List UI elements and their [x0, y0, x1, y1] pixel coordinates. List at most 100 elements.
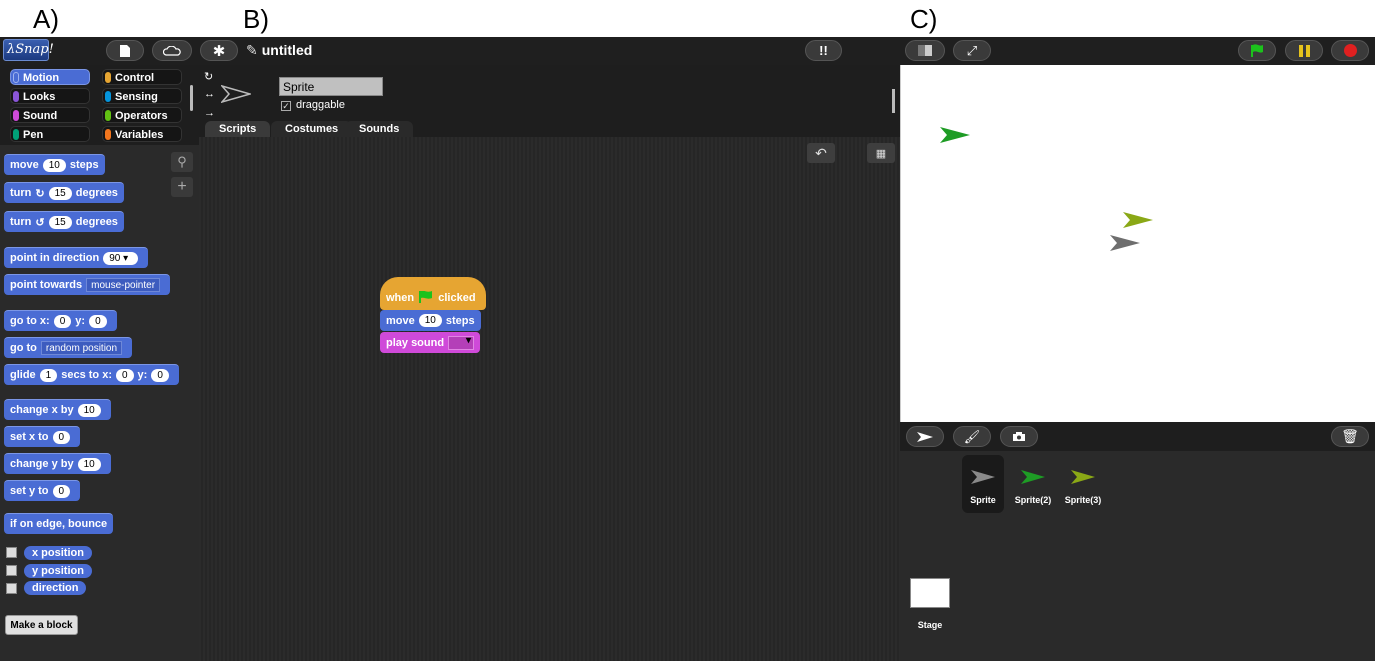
- rotate-ccw-icon: ↺: [35, 216, 45, 229]
- sprite-on-stage[interactable]: [1109, 234, 1141, 252]
- rotation-none-icon[interactable]: →: [204, 107, 215, 119]
- steps-input[interactable]: 10: [42, 158, 66, 172]
- make-a-block-button[interactable]: Make a block: [5, 615, 78, 635]
- direction-input[interactable]: 90 ▾: [103, 251, 139, 265]
- snap-logo[interactable]: λSnap!: [3, 39, 54, 61]
- x-input[interactable]: 0: [53, 314, 72, 328]
- stop-button[interactable]: [1331, 40, 1369, 61]
- go-to-xy-block[interactable]: go to x: 0 y: 0: [4, 310, 117, 331]
- camera-sprite-button[interactable]: [1000, 426, 1038, 447]
- presentation-mode-button[interactable]: ⤢: [953, 40, 991, 61]
- block-text: degrees: [75, 187, 118, 199]
- search-blocks-button[interactable]: ⚲: [171, 152, 193, 172]
- sound-dropdown[interactable]: [448, 335, 475, 350]
- change-x-block[interactable]: change x by 10: [4, 399, 111, 420]
- move-block[interactable]: move 10 steps: [4, 154, 105, 175]
- when-flag-clicked-block[interactable]: when clicked: [380, 277, 486, 310]
- tab-scripts[interactable]: Scripts: [205, 121, 271, 137]
- file-menu-button[interactable]: [106, 40, 144, 61]
- bounce-block[interactable]: if on edge, bounce: [4, 513, 114, 534]
- turn-cw-block[interactable]: turn ↻ 15 degrees: [4, 182, 124, 203]
- category-scrollbar[interactable]: [190, 85, 193, 111]
- set-x-block[interactable]: set x to 0: [4, 426, 81, 447]
- point-in-direction-block[interactable]: point in direction 90 ▾: [4, 247, 149, 268]
- degrees-input[interactable]: 15: [48, 186, 72, 200]
- category-sensing[interactable]: Sensing: [102, 88, 182, 104]
- value-input[interactable]: 0: [52, 430, 71, 444]
- stage-size-button[interactable]: [905, 40, 945, 61]
- block-text: set x to: [10, 431, 49, 443]
- x-input[interactable]: 0: [115, 368, 134, 382]
- block-palette: Motion Control Looks Sensing Sound Opera…: [0, 65, 199, 661]
- project-title: ✎ untitled: [246, 42, 312, 59]
- x-position-checkbox[interactable]: [6, 547, 17, 558]
- value-input[interactable]: 10: [77, 457, 101, 471]
- turn-ccw-block[interactable]: turn ↺ 15 degrees: [4, 211, 124, 232]
- category-selector: Motion Control Looks Sensing Sound Opera…: [0, 65, 199, 145]
- variables-color-icon: [105, 129, 111, 140]
- add-block-button[interactable]: +: [171, 177, 193, 197]
- direction-checkbox[interactable]: [6, 583, 17, 594]
- rotation-flip-icon[interactable]: ↔: [204, 88, 215, 100]
- rotation-can-rotate-icon[interactable]: ↻: [204, 70, 213, 83]
- corral-sprite2[interactable]: Sprite(2): [1012, 455, 1054, 505]
- goto-dropdown[interactable]: random position: [40, 341, 123, 355]
- pause-button[interactable]: [1285, 40, 1323, 61]
- draggable-checkbox[interactable]: ✓: [281, 101, 291, 111]
- block-text: point towards: [10, 279, 83, 291]
- project-title-text: untitled: [261, 42, 313, 58]
- script-move-block[interactable]: move 10 steps: [380, 310, 481, 331]
- towards-dropdown[interactable]: mouse-pointer: [86, 278, 161, 292]
- stage[interactable]: [900, 65, 1375, 422]
- set-y-block[interactable]: set y to 0: [4, 480, 81, 501]
- go-to-block[interactable]: go to random position: [4, 337, 133, 358]
- corral-sprite3[interactable]: Sprite(3): [1062, 455, 1104, 505]
- x-position-reporter[interactable]: x position: [24, 546, 92, 560]
- y-position-checkbox[interactable]: [6, 565, 17, 576]
- category-operators[interactable]: Operators: [102, 107, 182, 123]
- normal-stage-icon: [918, 45, 932, 56]
- category-label: Looks: [23, 91, 56, 103]
- add-turtle-sprite-button[interactable]: [906, 426, 944, 447]
- direction-reporter[interactable]: direction: [24, 581, 87, 595]
- settings-button[interactable]: ✱: [200, 40, 238, 61]
- value-input[interactable]: 10: [77, 403, 101, 417]
- category-pen[interactable]: Pen: [10, 126, 90, 142]
- glide-block[interactable]: glide 1 secs to x: 0 y: 0: [4, 364, 179, 385]
- tab-costumes[interactable]: Costumes: [271, 121, 353, 137]
- category-looks[interactable]: Looks: [10, 88, 90, 104]
- delete-sprite-button[interactable]: 🗑: [1331, 426, 1369, 447]
- category-motion[interactable]: Motion: [10, 69, 90, 85]
- motion-color-icon: [13, 72, 19, 83]
- point-towards-block[interactable]: point towards mouse-pointer: [4, 274, 171, 295]
- scripts-area[interactable]: ↶ ▦ when clicked move 10 steps play sound: [199, 137, 900, 661]
- category-variables[interactable]: Variables: [102, 126, 182, 142]
- y-input[interactable]: 0: [89, 314, 107, 328]
- undo-button[interactable]: ↶: [807, 143, 835, 163]
- draggable-option[interactable]: ✓ draggable: [281, 99, 345, 111]
- sprite-name-field[interactable]: Sprite: [279, 77, 383, 96]
- play-sound-block[interactable]: play sound: [380, 332, 481, 353]
- tab-sounds[interactable]: Sounds: [345, 121, 414, 137]
- steps-button[interactable]: !!: [805, 40, 842, 61]
- y-input[interactable]: 0: [151, 368, 169, 382]
- paint-new-sprite-button[interactable]: 🖌: [953, 426, 991, 447]
- green-flag-button[interactable]: [1238, 40, 1276, 61]
- category-control[interactable]: Control: [102, 69, 182, 85]
- keyboard-entry-button[interactable]: ▦: [867, 143, 895, 163]
- block-text: play sound: [386, 336, 445, 349]
- y-position-reporter[interactable]: y position: [24, 564, 92, 578]
- stage-thumbnail[interactable]: [910, 578, 950, 608]
- corral-sprite[interactable]: Sprite: [962, 455, 1004, 513]
- block-text: set y to: [10, 485, 49, 497]
- sprite3-on-stage[interactable]: [1122, 211, 1154, 229]
- sprite-bar-scrollbar[interactable]: [892, 89, 895, 113]
- steps-input[interactable]: 10: [418, 314, 442, 327]
- sprite2-on-stage[interactable]: [939, 126, 971, 144]
- category-sound[interactable]: Sound: [10, 107, 90, 123]
- degrees-input[interactable]: 15: [48, 215, 72, 229]
- secs-input[interactable]: 1: [39, 368, 58, 382]
- value-input[interactable]: 0: [52, 484, 71, 498]
- cloud-menu-button[interactable]: [152, 40, 192, 61]
- change-y-block[interactable]: change y by 10: [4, 453, 111, 474]
